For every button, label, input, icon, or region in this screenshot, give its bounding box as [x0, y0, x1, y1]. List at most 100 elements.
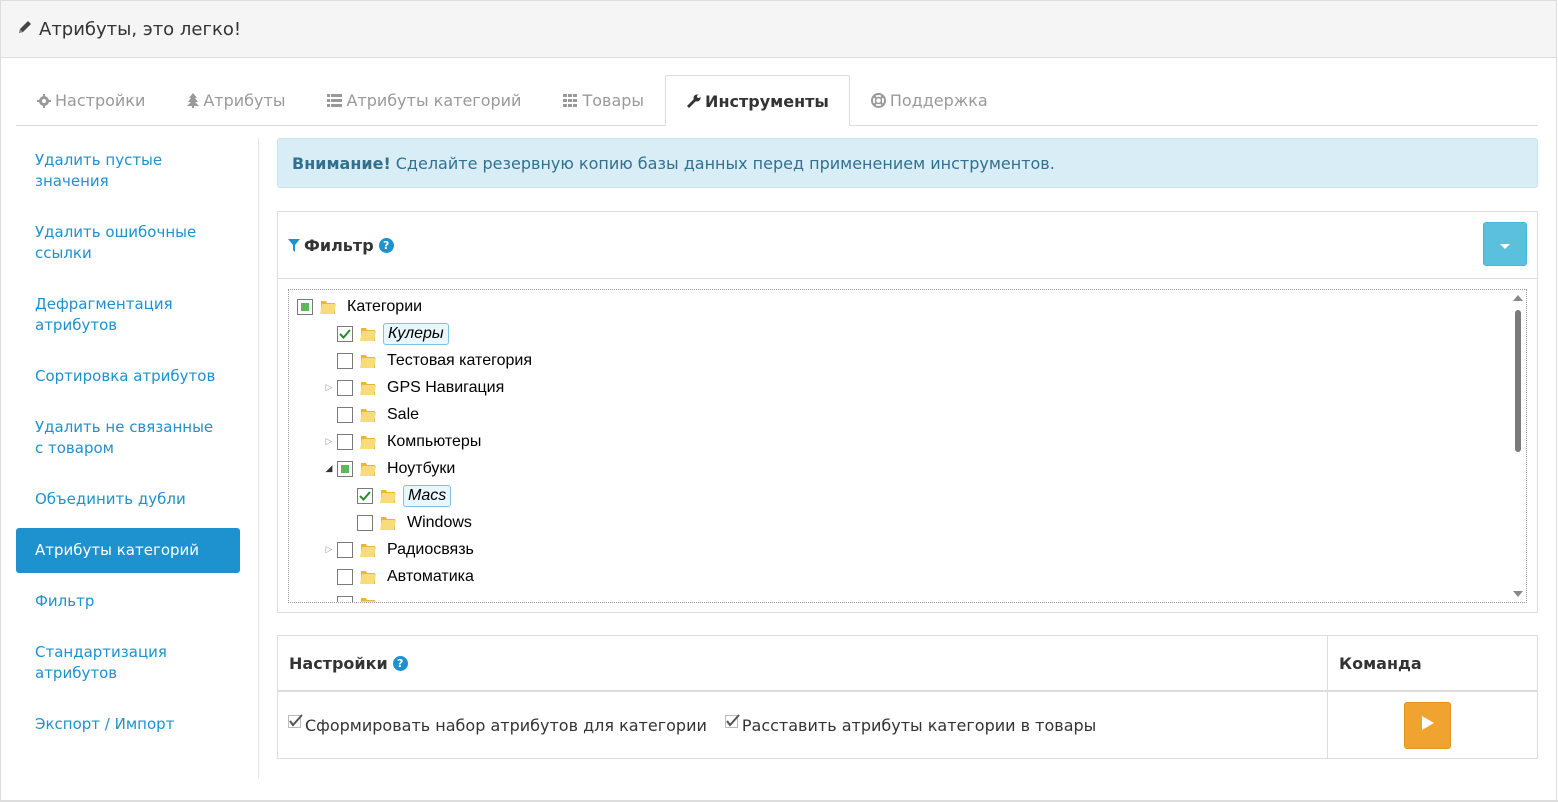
node-checkbox[interactable] — [357, 487, 373, 504]
folder-icon — [359, 433, 377, 451]
filter-panel: Фильтр ? Категории Кулеры Тестовая категор… — [277, 211, 1538, 613]
sidebar-item-standardization[interactable]: Стандартизация атрибутов — [16, 630, 240, 696]
tree-node-label[interactable] — [383, 603, 391, 604]
tab-support[interactable]: Поддержка — [850, 75, 1009, 125]
settings-options-cell: Сформировать набор атрибутов для категор… — [278, 692, 1328, 758]
tree-node-label[interactable]: Macs — [403, 484, 452, 507]
node-checkbox[interactable] — [357, 514, 373, 531]
play-icon — [1421, 716, 1434, 734]
tree-node-label[interactable]: Sale — [383, 405, 423, 425]
tree-node[interactable]: ▷ Компьютеры — [321, 428, 485, 455]
tab-category-attributes[interactable]: Атрибуты категорий — [306, 75, 542, 125]
option-build-attribute-set[interactable]: Сформировать набор атрибутов для категор… — [288, 714, 707, 735]
tree-node[interactable]: Автоматика — [321, 563, 478, 590]
caret-down-icon — [1500, 235, 1510, 254]
scroll-up-arrow[interactable] — [1513, 295, 1523, 301]
node-checkbox[interactable] — [337, 352, 353, 369]
sidebar-item-remove-empty[interactable]: Удалить пустые значения — [16, 138, 240, 204]
sidebar-item-defragmentation[interactable]: Дефрагментация атрибутов — [16, 282, 240, 348]
tab-settings[interactable]: Настройки — [16, 75, 166, 125]
sidebar-item-category-attributes[interactable]: Атрибуты категорий — [16, 528, 240, 573]
tree-node[interactable]: Кулеры — [321, 320, 449, 347]
node-checkbox[interactable] — [337, 460, 353, 477]
pencil-icon — [17, 19, 39, 40]
tab-label: Товары — [582, 91, 645, 110]
node-checkbox[interactable] — [337, 379, 353, 396]
sidebar-item-remove-unlinked[interactable]: Удалить не связанные с товаром — [16, 405, 240, 471]
tree-node-label[interactable]: Windows — [403, 513, 476, 533]
category-tree[interactable]: Категории Кулеры Тестовая категория ▷ GPS На… — [288, 289, 1527, 603]
node-checkbox[interactable] — [337, 406, 353, 423]
folder-icon — [359, 595, 377, 602]
filter-dropdown-button[interactable] — [1483, 222, 1527, 266]
tab-tools[interactable]: Инструменты — [665, 75, 850, 126]
tree-scrollbar[interactable] — [1512, 292, 1524, 600]
sidebar-item-filter[interactable]: Фильтр — [16, 579, 240, 624]
expand-icon[interactable]: ▷ — [321, 544, 337, 555]
checkmark-icon — [724, 714, 740, 728]
tree-node-label[interactable]: GPS Навигация — [383, 378, 508, 398]
scroll-thumb[interactable] — [1515, 310, 1521, 452]
tree-node-label[interactable]: Тестовая категория — [383, 351, 536, 371]
wrench-icon — [686, 94, 701, 109]
run-button[interactable] — [1404, 701, 1451, 749]
filter-header: Фильтр ? — [278, 212, 1537, 279]
lifebuoy-icon — [870, 93, 886, 108]
node-checkbox[interactable] — [337, 568, 353, 585]
backup-warning-alert: Внимание! Сделайте резервную копию базы … — [277, 138, 1538, 188]
command-column-header: Команда — [1328, 636, 1537, 690]
checkmark-icon — [288, 714, 303, 728]
settings-table-row: Сформировать набор атрибутов для категор… — [278, 692, 1537, 758]
tab-attributes[interactable]: Атрибуты — [166, 75, 306, 125]
tree-node-label[interactable]: Ноутбуки — [383, 459, 459, 479]
sidebar-divider — [258, 138, 259, 778]
tree-node[interactable]: Macs — [341, 482, 452, 509]
node-checkbox[interactable] — [297, 298, 313, 315]
node-checkbox[interactable] — [337, 541, 353, 558]
option-assign-attributes-to-products[interactable]: Расставить атрибуты категории в товары — [724, 714, 1096, 735]
tree-node[interactable]: ▷ Радиосвязь — [321, 536, 478, 563]
tree-node-label[interactable]: Радиосвязь — [383, 540, 478, 560]
folder-icon — [319, 298, 337, 316]
node-checkbox[interactable] — [337, 595, 353, 602]
node-checkbox[interactable] — [337, 433, 353, 450]
folder-icon — [379, 487, 397, 505]
sidebar-item-sort-attributes[interactable]: Сортировка атрибутов — [16, 354, 240, 399]
command-title: Команда — [1339, 653, 1422, 673]
tab-label: Настройки — [55, 91, 146, 110]
tools-sidebar: Удалить пустые значения Удалить ошибочны… — [16, 138, 240, 753]
option-label: Сформировать набор атрибутов для категор… — [305, 715, 707, 735]
tree-node-label[interactable]: Категории — [343, 297, 426, 317]
tree-node[interactable]: Windows — [341, 509, 476, 536]
tree-node[interactable] — [321, 590, 391, 604]
collapse-icon[interactable]: ◢ — [321, 463, 337, 474]
sidebar-item-merge-duplicates[interactable]: Объединить дубли — [16, 477, 240, 522]
tree-node-label[interactable]: Автоматика — [383, 567, 478, 587]
tree-node[interactable]: ▷ GPS Навигация — [321, 374, 508, 401]
help-icon[interactable]: ? — [378, 237, 394, 253]
tree-node[interactable]: ◢ Ноутбуки — [321, 455, 459, 482]
node-checkbox[interactable] — [337, 325, 353, 342]
folder-icon — [359, 541, 377, 559]
expand-icon[interactable]: ▷ — [321, 436, 337, 447]
folder-icon — [359, 406, 377, 424]
tab-label: Атрибуты категорий — [346, 91, 522, 110]
tree-node[interactable]: Тестовая категория — [321, 347, 536, 374]
tree-node[interactable]: Sale — [321, 401, 423, 428]
list-icon — [327, 94, 343, 107]
sidebar-item-remove-broken-links[interactable]: Удалить ошибочные ссылки — [16, 210, 240, 276]
expand-icon[interactable]: ▷ — [321, 382, 337, 393]
tree-node-label[interactable]: Кулеры — [383, 322, 449, 345]
scroll-down-arrow[interactable] — [1513, 591, 1523, 597]
filter-title: Фильтр — [304, 235, 374, 255]
settings-table: Настройки ? Команда Сформировать набор а… — [277, 635, 1538, 759]
alert-strong: Внимание! — [292, 153, 391, 173]
help-icon[interactable]: ? — [392, 655, 408, 671]
tab-label: Инструменты — [705, 91, 829, 111]
panel-heading: Атрибуты, это легко! — [1, 1, 1556, 58]
tab-bar: Настройки Атрибуты Атрибуты категорий То… — [16, 75, 1538, 126]
tree-node[interactable]: Категории — [297, 293, 426, 320]
sidebar-item-export-import[interactable]: Экспорт / Импорт — [16, 702, 240, 747]
tree-node-label[interactable]: Компьютеры — [383, 432, 485, 452]
tab-products[interactable]: Товары — [542, 75, 665, 125]
